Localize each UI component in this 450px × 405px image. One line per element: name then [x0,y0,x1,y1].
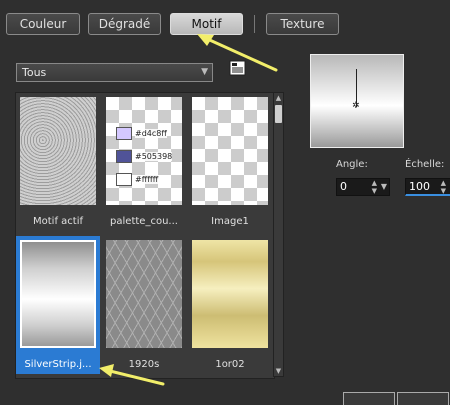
annotation-arrow-item [99,364,163,384]
annotation-arrows [0,0,450,400]
annotation-arrow-tab [197,34,276,70]
